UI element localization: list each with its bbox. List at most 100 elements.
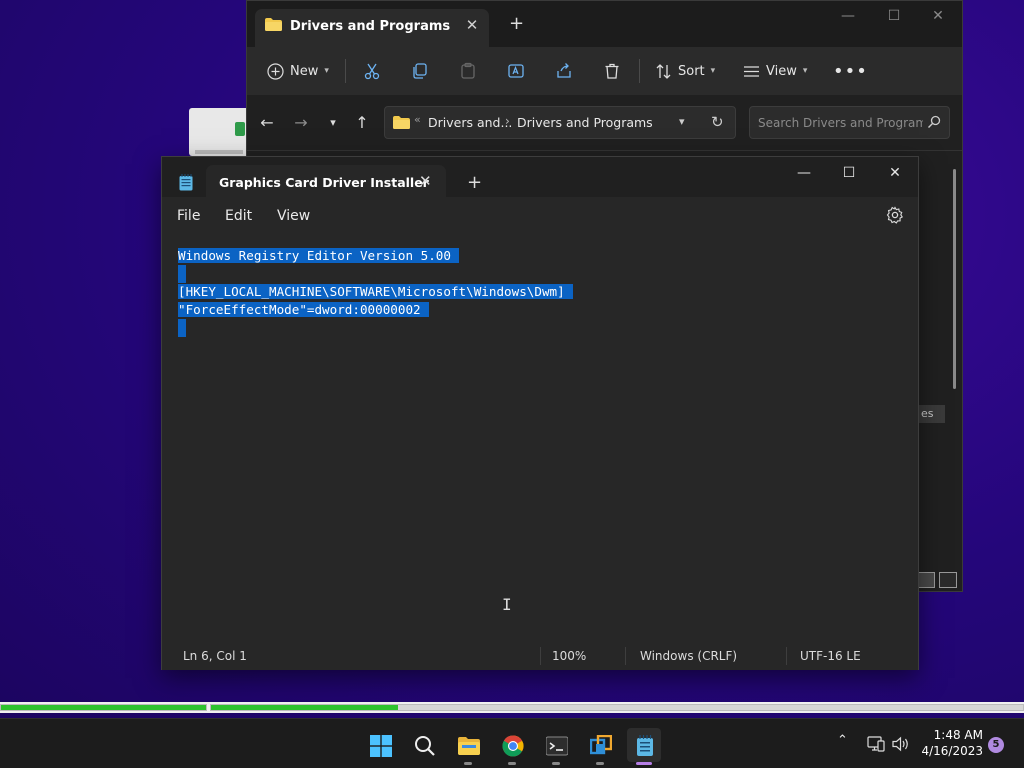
notepad-status-bar: Ln 6, Col 1 100% Windows (CRLF) UTF-16 L…	[162, 642, 918, 670]
close-window-icon[interactable]: ✕	[872, 161, 918, 185]
notepad-icon	[637, 735, 653, 756]
menu-file[interactable]: File	[177, 208, 200, 224]
menu-edit[interactable]: Edit	[225, 208, 252, 224]
close-tab-icon[interactable]: ✕	[462, 15, 482, 35]
search-input[interactable]	[758, 114, 923, 132]
close-tab-icon[interactable]: ✕	[419, 171, 432, 191]
sort-button[interactable]: Sort ▾	[655, 59, 715, 83]
text-editor[interactable]: Windows Registry Editor Version 5.00 [HK…	[178, 247, 904, 642]
new-label: New	[290, 63, 319, 79]
running-indicator	[508, 762, 516, 765]
notepad-button[interactable]	[627, 728, 661, 765]
folder-icon	[393, 116, 410, 129]
search-button[interactable]	[407, 728, 441, 762]
terminal-button[interactable]	[539, 728, 573, 765]
back-icon[interactable]: ←	[255, 111, 279, 135]
details-view-icon[interactable]	[917, 572, 935, 588]
editor-line: [HKEY_LOCAL_MACHINE\SOFTWARE\Microsoft\W…	[178, 283, 904, 301]
explorer-scrollbar[interactable]	[953, 169, 956, 389]
chevron-down-icon: ▾	[802, 66, 808, 76]
folder-icon	[265, 18, 282, 31]
file-explorer-icon	[458, 737, 480, 755]
chevron-up-icon[interactable]: ⌃	[837, 733, 848, 748]
minimize-icon[interactable]: —	[825, 5, 871, 27]
new-tab-icon[interactable]: +	[509, 14, 524, 34]
breadcrumb-current[interactable]: Drivers and Programs	[517, 115, 653, 130]
chevron-down-icon: ▾	[710, 66, 716, 76]
overflow-icon[interactable]: «	[414, 113, 421, 126]
progress-bar-1	[0, 704, 207, 711]
plus-circle-icon	[267, 62, 284, 80]
notification-badge[interactable]: 5	[988, 737, 1004, 753]
view-label: View	[766, 63, 797, 79]
running-indicator	[596, 762, 604, 765]
cut-button[interactable]	[363, 59, 381, 83]
sort-icon	[656, 63, 671, 79]
network-icon[interactable]	[867, 736, 885, 752]
refresh-icon[interactable]: ↻	[711, 113, 724, 131]
copy-icon	[413, 63, 427, 79]
sort-label: Sort	[678, 63, 705, 79]
explorer-tab[interactable]: Drivers and Programs ✕	[255, 9, 489, 47]
up-icon[interactable]: ↑	[350, 111, 374, 135]
zoom-level: 100%	[552, 649, 587, 663]
view-list-icon	[744, 65, 759, 77]
running-indicator	[552, 762, 560, 765]
rename-icon	[508, 64, 524, 78]
explorer-address-bar: ← → ▾ ↑ « Drivers and... › Drivers and P…	[247, 95, 962, 151]
notepad-menubar: File Edit View	[162, 197, 918, 235]
close-window-icon[interactable]: ✕	[915, 5, 961, 27]
progress-strip	[0, 702, 1024, 713]
search-box[interactable]	[749, 106, 950, 139]
clipboard-icon	[461, 62, 475, 79]
volume-icon[interactable]	[892, 736, 910, 752]
trash-icon	[605, 63, 619, 79]
explorer-command-bar: New ▾ Sort ▾ View ▾ •••	[247, 47, 962, 95]
address-box[interactable]: « Drivers and... › Drivers and Programs …	[384, 106, 736, 139]
taskbar: ⌃ 1:48 AM 4/16/2023 5	[0, 718, 1024, 768]
view-button[interactable]: View ▾	[743, 59, 807, 83]
scissors-icon	[364, 63, 380, 80]
forward-icon[interactable]: →	[289, 111, 313, 135]
search-icon	[928, 115, 941, 128]
progress-bar-2	[210, 704, 1024, 711]
chrome-button[interactable]	[495, 728, 529, 765]
chrome-icon	[502, 735, 524, 757]
delete-button[interactable]	[603, 59, 621, 83]
new-tab-icon[interactable]: +	[467, 173, 482, 193]
tiles-view-icon[interactable]	[939, 572, 957, 588]
notepad-app-icon	[179, 174, 193, 191]
text-cursor-icon: I	[502, 595, 512, 614]
chevron-down-icon[interactable]: ▾	[679, 115, 685, 128]
maximize-icon[interactable]: ☐	[871, 5, 917, 27]
gear-icon[interactable]	[886, 206, 904, 224]
editor-line	[178, 319, 904, 337]
explorer-titlebar: Drivers and Programs ✕ + — ☐ ✕	[247, 1, 962, 47]
paste-button[interactable]	[459, 59, 477, 83]
start-button[interactable]	[363, 728, 397, 762]
share-icon	[557, 63, 571, 78]
running-indicator	[464, 762, 472, 765]
notepad-tab-title: Graphics Card Driver Installer	[219, 175, 429, 190]
file-explorer-button[interactable]	[451, 728, 485, 765]
chevron-down-icon: ▾	[324, 66, 329, 76]
minimize-icon[interactable]: —	[781, 161, 827, 185]
menu-view[interactable]: View	[277, 208, 310, 224]
chevron-right-icon: ›	[505, 114, 510, 128]
notepad-tab[interactable]: Graphics Card Driver Installer ✕	[206, 165, 446, 197]
clock-time: 1:48 AM	[933, 728, 983, 742]
recent-locations-icon[interactable]: ▾	[321, 111, 345, 135]
clock[interactable]: 1:48 AM 4/16/2023	[921, 727, 983, 759]
more-options-icon[interactable]: •••	[833, 59, 868, 83]
virtualbox-button[interactable]	[583, 728, 617, 765]
maximize-icon[interactable]: ☐	[826, 161, 872, 185]
editor-line: "ForceEffectMode"=dword:00000002	[178, 301, 904, 319]
explorer-tab-title: Drivers and Programs	[290, 19, 451, 34]
share-button[interactable]	[555, 59, 573, 83]
details-fragment[interactable]: es	[919, 405, 945, 423]
rename-button[interactable]	[507, 59, 525, 83]
new-button[interactable]: New ▾	[267, 59, 329, 83]
copy-button[interactable]	[411, 59, 429, 83]
terminal-icon	[546, 736, 568, 756]
breadcrumb-parent[interactable]: Drivers and...	[428, 115, 512, 130]
